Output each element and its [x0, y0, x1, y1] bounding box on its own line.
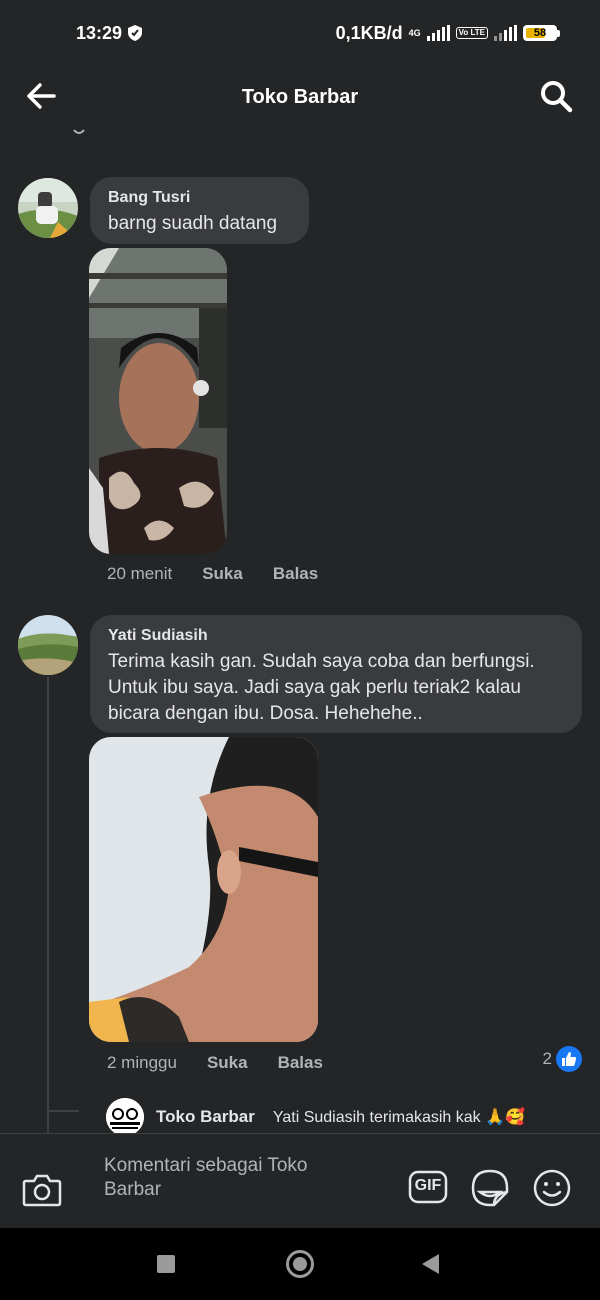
reply-author[interactable]: Toko Barbar: [156, 1107, 255, 1127]
status-bar: 13:29 0,1KB/d 4G Vo LTE 58: [0, 0, 600, 66]
comment-meta: 2 minggu Suka Balas: [107, 1053, 323, 1073]
search-icon[interactable]: [538, 78, 574, 114]
comment-photo[interactable]: [89, 248, 227, 554]
comment-composer: Komentari sebagai Toko Barbar GIF: [0, 1133, 600, 1228]
thumbs-up-icon: [556, 1046, 582, 1072]
comment-author[interactable]: Bang Tusri: [108, 189, 291, 207]
comment-time[interactable]: 2 minggu: [107, 1053, 177, 1073]
signal-icon: [426, 25, 450, 41]
comment-input[interactable]: Komentari sebagai Toko Barbar: [104, 1154, 364, 1202]
thread-connector-branch: [47, 1110, 79, 1112]
reply-preview[interactable]: Toko Barbar Yati Sudiasih terimakasih ka…: [106, 1098, 525, 1133]
avatar[interactable]: [18, 615, 78, 675]
comment-bubble: Yati Sudiasih Terima kasih gan. Sudah sa…: [90, 615, 582, 733]
comment-text: barng suadh datang: [108, 213, 278, 234]
like-button[interactable]: Suka: [202, 564, 243, 584]
thread-connector: [47, 676, 49, 1133]
avatar[interactable]: [18, 178, 78, 238]
comment-author[interactable]: Yati Sudiasih: [108, 627, 564, 645]
comment-time[interactable]: 20 menit: [107, 564, 172, 584]
status-indicators: 0,1KB/d 4G Vo LTE 58: [336, 23, 560, 44]
sticker-icon[interactable]: [470, 1168, 510, 1208]
reply-text: Yati Sudiasih terimakasih kak 🙏🥰: [272, 1109, 525, 1126]
network-speed: 0,1KB/d: [335, 22, 403, 43]
gif-button[interactable]: GIF: [408, 1170, 448, 1204]
app-header: Toko Barbar: [0, 66, 600, 128]
gif-label: GIF: [414, 1177, 442, 1194]
camera-icon[interactable]: [22, 1172, 62, 1208]
emoji-icon[interactable]: [532, 1168, 572, 1208]
volte-badge: Vo LTE: [455, 27, 488, 39]
signal-icon-2: [494, 25, 517, 41]
page-title: Toko Barbar: [241, 85, 359, 108]
reaction-count[interactable]: 2: [543, 1046, 582, 1072]
shield-icon: [128, 25, 143, 41]
recent-apps-button[interactable]: [157, 1255, 175, 1273]
partial-text-fragment: [73, 129, 85, 134]
reaction-count-value: 2: [542, 1049, 552, 1068]
comment-meta: 20 menit Suka Balas: [107, 564, 318, 584]
network-type: 4G: [408, 28, 421, 38]
like-button[interactable]: Suka: [207, 1053, 248, 1073]
comment-thread: Bang Tusri barng suadh datang 20 menit S…: [0, 128, 600, 1133]
system-nav-bar: [0, 1228, 600, 1300]
comment-bubble: Bang Tusri barng suadh datang: [90, 177, 309, 244]
reply-button[interactable]: Balas: [278, 1053, 323, 1073]
battery-icon: 58: [523, 25, 560, 41]
comment-text: Terima kasih gan. Sudah saya coba dan be…: [108, 651, 535, 724]
reply-button[interactable]: Balas: [273, 564, 318, 584]
status-time: 13:29: [76, 22, 123, 43]
system-back-button[interactable]: [422, 1254, 439, 1274]
back-arrow-icon[interactable]: [24, 78, 60, 114]
battery-level: 58: [533, 27, 547, 39]
home-button[interactable]: [286, 1250, 314, 1278]
comment-photo[interactable]: [89, 737, 318, 1042]
avatar[interactable]: [106, 1098, 144, 1133]
